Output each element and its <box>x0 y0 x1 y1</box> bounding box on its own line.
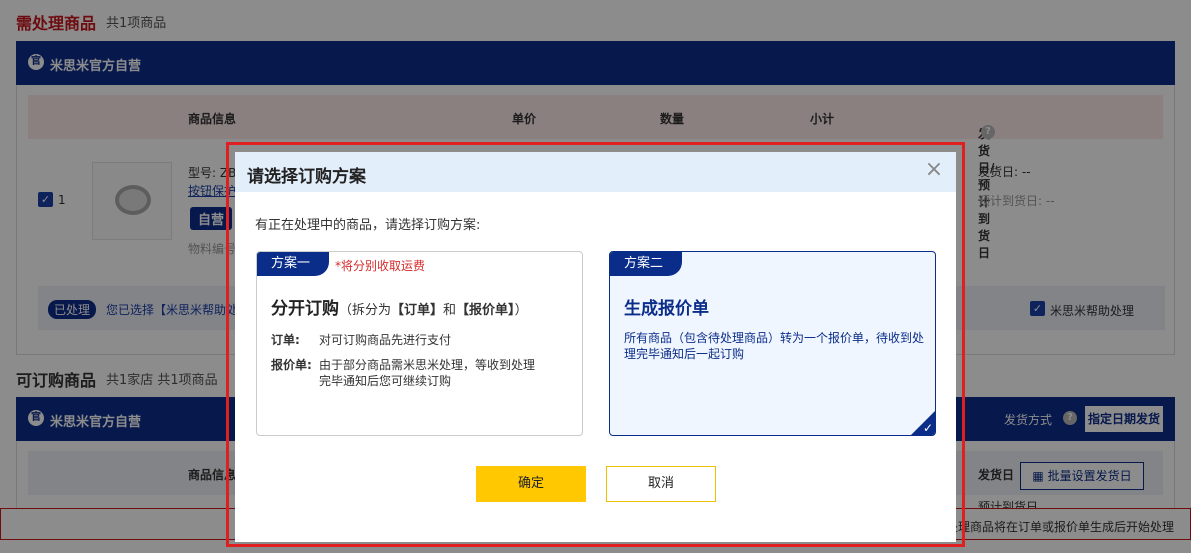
check-icon: ✓ <box>922 421 933 435</box>
quote-label: 报价单: <box>271 358 312 372</box>
quote-value: 由于部分商品需米思米处理，等收到处理完毕通知后您可继续订购 <box>319 358 536 388</box>
plan-one-tag: 方案一 <box>257 252 329 276</box>
plan-one-card[interactable]: 方案一 *将分别收取运费 分开订购（拆分为【订单】和【报价单】） 订单: 对可订购… <box>256 251 583 436</box>
plan-two-desc: 所有商品（包含待处理商品）转为一个报价单，待收到处理完毕通知后一起订购 <box>624 331 925 361</box>
subtitle-quote: 【报价单】 <box>456 303 515 318</box>
dialog-header: 请选择订购方案 × <box>235 152 956 192</box>
order-plan-dialog: 请选择订购方案 × 有正在处理中的商品，请选择订购方案: 方案一 *将分别收取运… <box>235 152 956 542</box>
plan-two-title: 生成报价单 <box>624 299 709 319</box>
cancel-button[interactable]: 取消 <box>606 466 716 502</box>
order-label: 订单: <box>271 333 300 347</box>
plan-two-tag: 方案二 <box>610 252 682 276</box>
subtitle-and: 和 <box>443 303 457 318</box>
close-icon[interactable]: × <box>922 158 946 182</box>
subtitle-prefix: （拆分为 <box>339 303 392 318</box>
dialog-intro: 有正在处理中的商品，请选择订购方案: <box>255 218 481 233</box>
plan-one-warning: *将分别收取运费 <box>335 259 426 273</box>
plan-one-title: 分开订购（拆分为【订单】和【报价单】） <box>271 294 528 319</box>
plan-two-card[interactable]: 方案二 生成报价单 所有商品（包含待处理商品）转为一个报价单，待收到处理完毕通知… <box>609 251 936 436</box>
plan-one-order-row: 订单: 对可订购商品先进行支付 <box>271 332 549 348</box>
plan-one-title-text: 分开订购 <box>271 299 339 319</box>
confirm-button[interactable]: 确定 <box>476 466 586 502</box>
plan-one-quote-row: 报价单: 由于部分商品需米思米处理，等收到处理完毕通知后您可继续订购 <box>271 357 541 389</box>
subtitle-suffix: ） <box>514 303 528 318</box>
dialog-title: 请选择订购方案 <box>247 167 366 187</box>
order-value: 对可订购商品先进行支付 <box>319 333 452 347</box>
subtitle-order: 【订单】 <box>391 303 444 318</box>
plan-one-subtitle: （拆分为【订单】和【报价单】） <box>339 303 528 318</box>
